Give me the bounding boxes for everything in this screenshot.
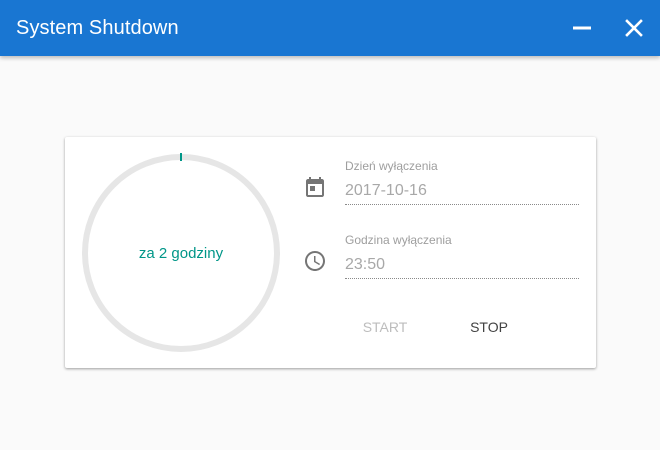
- clock-icon: [305, 251, 325, 271]
- calendar-icon: [306, 177, 324, 197]
- minimize-icon: [573, 26, 591, 30]
- shutdown-time-label: Godzina wyłączenia: [345, 233, 452, 247]
- shutdown-date-label: Dzień wyłączenia: [345, 159, 438, 173]
- close-button[interactable]: [614, 8, 654, 48]
- close-icon: [625, 19, 643, 37]
- action-buttons: START STOP: [353, 309, 573, 345]
- remaining-time-label: za 2 godziny: [138, 244, 224, 262]
- shutdown-card: za 2 godziny Dzień wyłączenia Godzina wy…: [65, 137, 596, 368]
- stop-button[interactable]: STOP: [457, 309, 521, 345]
- shutdown-time-input[interactable]: [345, 249, 579, 279]
- shutdown-date-field: Dzień wyłączenia: [303, 157, 583, 217]
- shutdown-date-input[interactable]: [345, 175, 579, 205]
- shutdown-time-field: Godzina wyłączenia: [303, 231, 583, 291]
- minimize-button[interactable]: [562, 8, 602, 48]
- start-button[interactable]: START: [353, 309, 417, 345]
- title-bar: System Shutdown: [0, 0, 660, 56]
- window-title: System Shutdown: [16, 16, 179, 39]
